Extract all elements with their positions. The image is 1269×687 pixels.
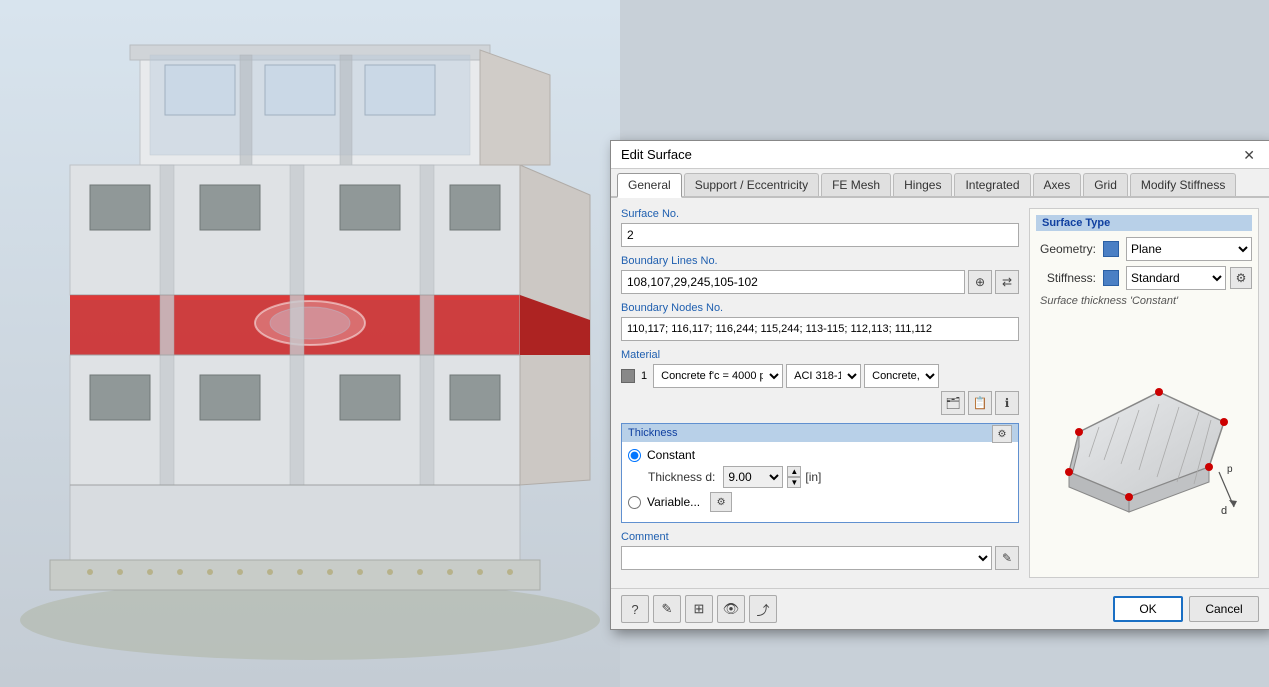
tab-support[interactable]: Support / Eccentricity (684, 173, 819, 196)
material-copy-btn[interactable]: 📋 (968, 391, 992, 415)
left-panel: Surface No. Boundary Lines No. ⊕ ⇄ Bound… (621, 208, 1019, 578)
surface-no-input[interactable] (621, 223, 1019, 247)
material-number: 1 (638, 370, 650, 382)
variable-radio-row: Variable... ⚙ (628, 492, 1012, 512)
export-btn[interactable]: ⤴ (749, 595, 777, 623)
thickness-spinner: ▲ ▼ (787, 466, 801, 488)
tab-axes[interactable]: Axes (1033, 173, 1082, 196)
footer-buttons: OK Cancel (1113, 596, 1259, 622)
constant-radio[interactable] (628, 449, 641, 462)
thickness-desc: Surface thickness 'Constant' (1036, 295, 1252, 307)
help-btn[interactable]: ? (621, 595, 649, 623)
tab-general[interactable]: General (617, 173, 682, 198)
tab-modify-stiffness[interactable]: Modify Stiffness (1130, 173, 1236, 196)
material-label: Material (621, 349, 1019, 361)
material-fc-select[interactable]: Concrete f'c = 4000 psi (653, 364, 783, 388)
dialog-footer: ? ✎ ⊞ 👁 ⤴ OK Cancel (611, 588, 1269, 629)
stiffness-info-btn[interactable]: ⚙ (1230, 267, 1252, 289)
surface-no-label: Surface No. (621, 208, 1019, 220)
edit-surface-dialog: Edit Surface ✕ General Support / Eccentr… (610, 140, 1269, 630)
tab-bar: General Support / Eccentricity FE Mesh H… (611, 169, 1269, 198)
boundary-lines-select-btn[interactable]: ⊕ (968, 270, 992, 294)
material-group: Material 1 Concrete f'c = 4000 psi ACI 3… (621, 349, 1019, 415)
stiffness-row: Stiffness: Standard ⚙ (1036, 266, 1252, 290)
thickness-down-btn[interactable]: ▼ (787, 477, 801, 488)
thickness-section-header: Thickness ⚙ (622, 424, 1018, 442)
boundary-nodes-label: Boundary Nodes No. (621, 302, 1019, 314)
surface-type-title: Surface Type (1036, 215, 1252, 231)
material-color-box (621, 369, 635, 383)
stiffness-select[interactable]: Standard (1126, 266, 1226, 290)
boundary-lines-group: Boundary Lines No. ⊕ ⇄ (621, 255, 1019, 294)
comment-select[interactable] (621, 546, 992, 570)
boundary-nodes-group: Boundary Nodes No. (621, 302, 1019, 341)
material-info-btn[interactable]: ℹ (995, 391, 1019, 415)
tab-fe-mesh[interactable]: FE Mesh (821, 173, 891, 196)
dialog-body: Surface No. Boundary Lines No. ⊕ ⇄ Bound… (611, 198, 1269, 588)
thickness-up-btn[interactable]: ▲ (787, 466, 801, 477)
surface-preview-3d: d p (1036, 313, 1252, 571)
thickness-section: Thickness ⚙ Constant Thickness d: 9.00 (621, 423, 1019, 523)
svg-text:d: d (1221, 505, 1227, 517)
surface-no-group: Surface No. (621, 208, 1019, 247)
thickness-d-label: Thickness d: (648, 470, 715, 484)
geometry-label: Geometry: (1036, 242, 1096, 256)
thickness-label: Thickness (628, 427, 678, 439)
geometry-color-icon (1103, 241, 1119, 257)
table-btn[interactable]: ⊞ (685, 595, 713, 623)
edit-btn[interactable]: ✎ (653, 595, 681, 623)
variable-radio[interactable] (628, 496, 641, 509)
variable-settings-btn[interactable]: ⚙ (710, 492, 732, 512)
boundary-lines-input[interactable] (621, 270, 965, 294)
footer-icons: ? ✎ ⊞ 👁 ⤴ (621, 595, 777, 623)
close-button[interactable]: ✕ (1239, 148, 1259, 162)
material-type-select[interactable]: Concrete, No (864, 364, 939, 388)
material-actions: 🗂 📋 ℹ (621, 391, 1019, 415)
geometry-select[interactable]: Plane (1126, 237, 1252, 261)
right-panel: Surface Type Geometry: Plane Stiffness: … (1029, 208, 1259, 578)
ok-button[interactable]: OK (1113, 596, 1183, 622)
building-background (0, 0, 620, 687)
geometry-row: Geometry: Plane (1036, 237, 1252, 261)
boundary-lines-row: ⊕ ⇄ (621, 270, 1019, 294)
boundary-lines-info-btn[interactable]: ⇄ (995, 270, 1019, 294)
constant-label: Constant (647, 448, 695, 462)
boundary-lines-label: Boundary Lines No. (621, 255, 1019, 267)
thickness-settings-btn[interactable]: ⚙ (992, 425, 1012, 443)
comment-label: Comment (621, 531, 1019, 543)
dialog-title-bar: Edit Surface ✕ (611, 141, 1269, 169)
stiffness-color-icon (1103, 270, 1119, 286)
tab-grid[interactable]: Grid (1083, 173, 1128, 196)
tab-integrated[interactable]: Integrated (954, 173, 1030, 196)
surface-type-panel: Surface Type Geometry: Plane Stiffness: … (1036, 215, 1252, 307)
thickness-d-select[interactable]: 9.00 (723, 466, 783, 488)
thickness-unit: [in] (805, 470, 821, 484)
material-browse-btn[interactable]: 🗂 (941, 391, 965, 415)
preview-svg: d p (1049, 352, 1239, 532)
thickness-section-content: Constant Thickness d: 9.00 ▲ ▼ [in] (622, 442, 1018, 522)
tab-hinges[interactable]: Hinges (893, 173, 952, 196)
comment-group: Comment ✎ (621, 531, 1019, 570)
material-standard-select[interactable]: ACI 318-14 (786, 364, 861, 388)
thickness-input-row: Thickness d: 9.00 ▲ ▼ [in] (648, 466, 1012, 488)
boundary-nodes-input[interactable] (621, 317, 1019, 341)
dialog-title: Edit Surface (621, 147, 692, 162)
comment-edit-btn[interactable]: ✎ (995, 546, 1019, 570)
svg-text:p: p (1227, 464, 1233, 475)
stiffness-label: Stiffness: (1036, 271, 1096, 285)
cancel-button[interactable]: Cancel (1189, 596, 1259, 622)
variable-label: Variable... (647, 495, 700, 509)
material-row: 1 Concrete f'c = 4000 psi ACI 318-14 Con… (621, 364, 1019, 388)
comment-row: ✎ (621, 546, 1019, 570)
view-btn[interactable]: 👁 (717, 595, 745, 623)
constant-radio-row: Constant (628, 448, 1012, 462)
